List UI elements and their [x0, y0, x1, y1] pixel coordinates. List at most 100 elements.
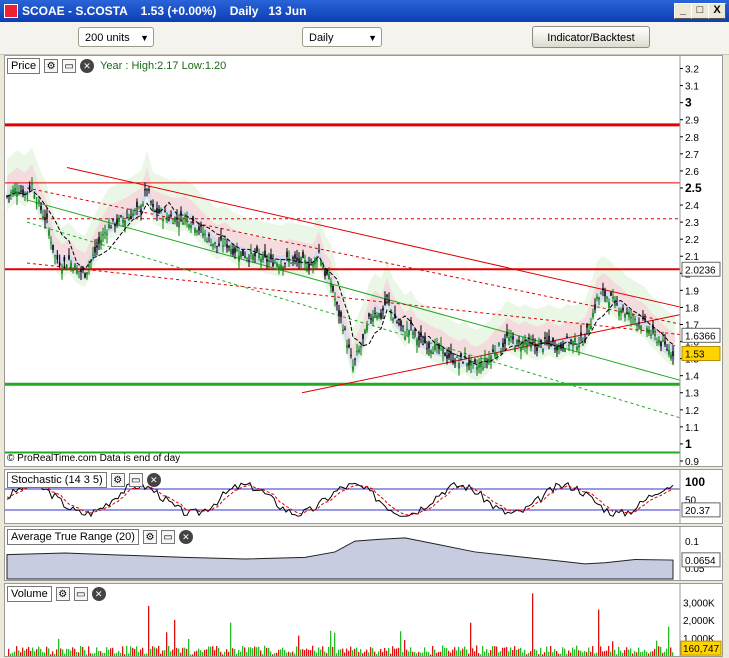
volume-bar [360, 649, 362, 656]
volume-bar [322, 646, 324, 656]
price-tick-label: 2.5 [685, 181, 702, 195]
volume-chart[interactable]: 3,000K2,000K1,000K160,747 [5, 584, 722, 656]
candle-body [274, 262, 276, 264]
maximize-button[interactable]: □ [691, 3, 709, 19]
volume-bar [270, 651, 272, 656]
volume-bar [406, 649, 408, 656]
wrench-icon[interactable]: ⚙ [44, 59, 59, 73]
candle-body [546, 340, 548, 342]
volume-bar [12, 652, 14, 656]
close-button[interactable]: X [708, 3, 726, 19]
candle-body [406, 328, 408, 330]
volume-bar [320, 649, 322, 656]
volume-bar [208, 646, 210, 656]
volume-bar [672, 652, 674, 656]
candle-body [84, 273, 86, 278]
volume-bar [554, 649, 556, 656]
atr-panel[interactable]: Average True Range (20) ⚙ ▭ ✕ 0.1 0.05 0.0… [4, 526, 723, 581]
volume-bar [574, 649, 576, 656]
volume-bar [558, 653, 560, 656]
volume-panel[interactable]: Volume ⚙ ▭ ✕ 3,000K 2,000K 1,000K 160,747 [4, 583, 723, 657]
candle-body [114, 224, 116, 227]
volume-bar [428, 652, 430, 656]
candle-body [42, 215, 44, 220]
volume-bar [274, 653, 276, 656]
volume-bar [414, 652, 416, 656]
price-chart[interactable]: 3.23.132.92.82.72.62.52.42.32.22.121.91.… [5, 56, 722, 466]
window-icon[interactable]: ▭ [160, 530, 175, 544]
volume-bar [114, 653, 116, 656]
volume-bar [550, 645, 552, 656]
volume-tick-label: 3,000K [683, 598, 715, 609]
wrench-icon[interactable]: ⚙ [110, 473, 125, 487]
candle-body [61, 269, 63, 274]
volume-bar [206, 649, 208, 656]
window-icon[interactable]: ▭ [73, 587, 88, 601]
close-icon[interactable]: ✕ [80, 59, 95, 73]
candle-body [262, 254, 264, 261]
window-icon[interactable]: ▭ [62, 59, 77, 73]
volume-bar [634, 651, 636, 656]
candle-body [78, 270, 80, 272]
wrench-icon[interactable]: ⚙ [55, 587, 70, 601]
close-icon[interactable]: ✕ [178, 530, 193, 544]
volume-bar [504, 647, 506, 656]
volume-bar [54, 653, 56, 656]
volume-bar [72, 647, 74, 656]
volume-bar [144, 653, 146, 656]
candle-body [28, 185, 31, 191]
volume-bar [610, 651, 612, 656]
candle-body [144, 189, 146, 191]
volume-bar [524, 649, 526, 656]
candle-body [234, 247, 236, 253]
volume-bar [532, 593, 534, 656]
volume-bar [626, 647, 628, 656]
candle-body [648, 329, 650, 334]
candle-body [31, 183, 33, 185]
candle-body [178, 221, 180, 228]
volume-bar [258, 646, 260, 656]
indicator-backtest-button[interactable]: Indicator/Backtest [532, 26, 650, 48]
price-tick-label: 1.1 [685, 423, 699, 434]
volume-bar [544, 652, 546, 656]
candle-body [264, 250, 266, 257]
candle-body [86, 272, 88, 275]
candle-body [236, 249, 238, 251]
candle-body [444, 353, 446, 357]
volume-bar [26, 648, 28, 656]
price-panel[interactable]: Price ⚙ ▭ ✕ Year : High:2.17 Low:1.20 3.… [4, 55, 723, 467]
candle-body [126, 217, 128, 219]
close-icon[interactable]: ✕ [146, 473, 161, 487]
volume-bar [534, 649, 536, 656]
volume-bar [468, 653, 470, 656]
units-select[interactable]: 200 units ▼ [78, 27, 154, 47]
candle-body [608, 302, 610, 308]
volume-bar [98, 651, 100, 656]
candle-body [632, 314, 634, 317]
window-icon[interactable]: ▭ [128, 473, 143, 487]
candle-body [332, 286, 334, 292]
volume-bar [620, 650, 622, 656]
level-label-1: 2.0236 [685, 265, 716, 276]
volume-bar [648, 653, 650, 656]
volume-bar [410, 647, 412, 656]
volume-bar [580, 650, 582, 656]
candle-body [338, 310, 340, 316]
volume-bar [604, 651, 606, 656]
candle-body [52, 244, 54, 251]
volume-bar [332, 646, 334, 656]
candle-body [428, 342, 430, 349]
wrench-icon[interactable]: ⚙ [142, 530, 157, 544]
volume-bar [458, 646, 460, 656]
close-icon[interactable]: ✕ [91, 587, 106, 601]
candle-body [258, 255, 260, 258]
period-select[interactable]: Daily ▼ [302, 27, 382, 47]
volume-bar [52, 651, 54, 656]
candle-body [38, 200, 40, 203]
candle-body [666, 349, 668, 351]
minimize-button[interactable]: _ [674, 3, 692, 19]
candle-body [302, 251, 304, 258]
volume-bar [316, 652, 318, 656]
stochastic-panel[interactable]: Stochastic (14 3 5) ⚙ ▭ ✕ 100 50 20.37 [4, 469, 723, 524]
candle-body [296, 257, 298, 261]
